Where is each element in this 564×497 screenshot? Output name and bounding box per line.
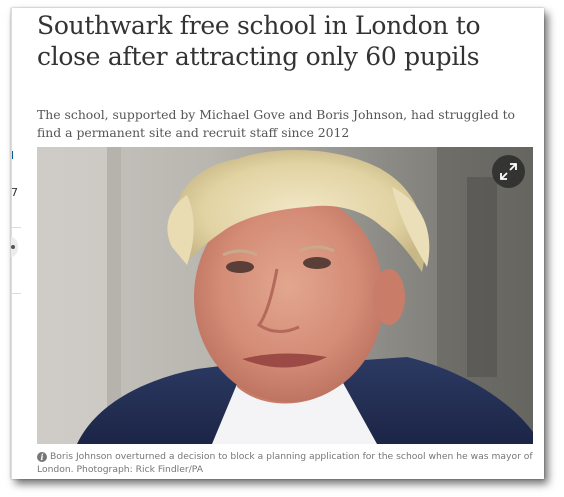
article-headline: Southwark free school in London to close… bbox=[37, 11, 481, 71]
left-rail-mark-count: 7 bbox=[11, 186, 18, 199]
image-caption: i Boris Johnson overturned a decision to … bbox=[37, 450, 533, 476]
expand-image-button[interactable] bbox=[492, 155, 525, 188]
info-icon: i bbox=[37, 452, 47, 462]
portrait-photo-illustration bbox=[37, 147, 533, 444]
left-rail-mark-link[interactable]: l bbox=[11, 149, 14, 162]
image-caption-text: Boris Johnson overturned a decision to b… bbox=[37, 451, 533, 475]
article-card: l 7 Southwark free school in London to c… bbox=[11, 8, 544, 479]
article-main-image[interactable] bbox=[37, 147, 533, 444]
article-standfirst: The school, supported by Michael Gove an… bbox=[37, 107, 516, 140]
left-rail-divider-line bbox=[11, 293, 21, 294]
expand-arrows-icon bbox=[500, 163, 517, 180]
bullet-icon[interactable] bbox=[11, 236, 18, 258]
left-rail-divider-line bbox=[11, 227, 21, 228]
